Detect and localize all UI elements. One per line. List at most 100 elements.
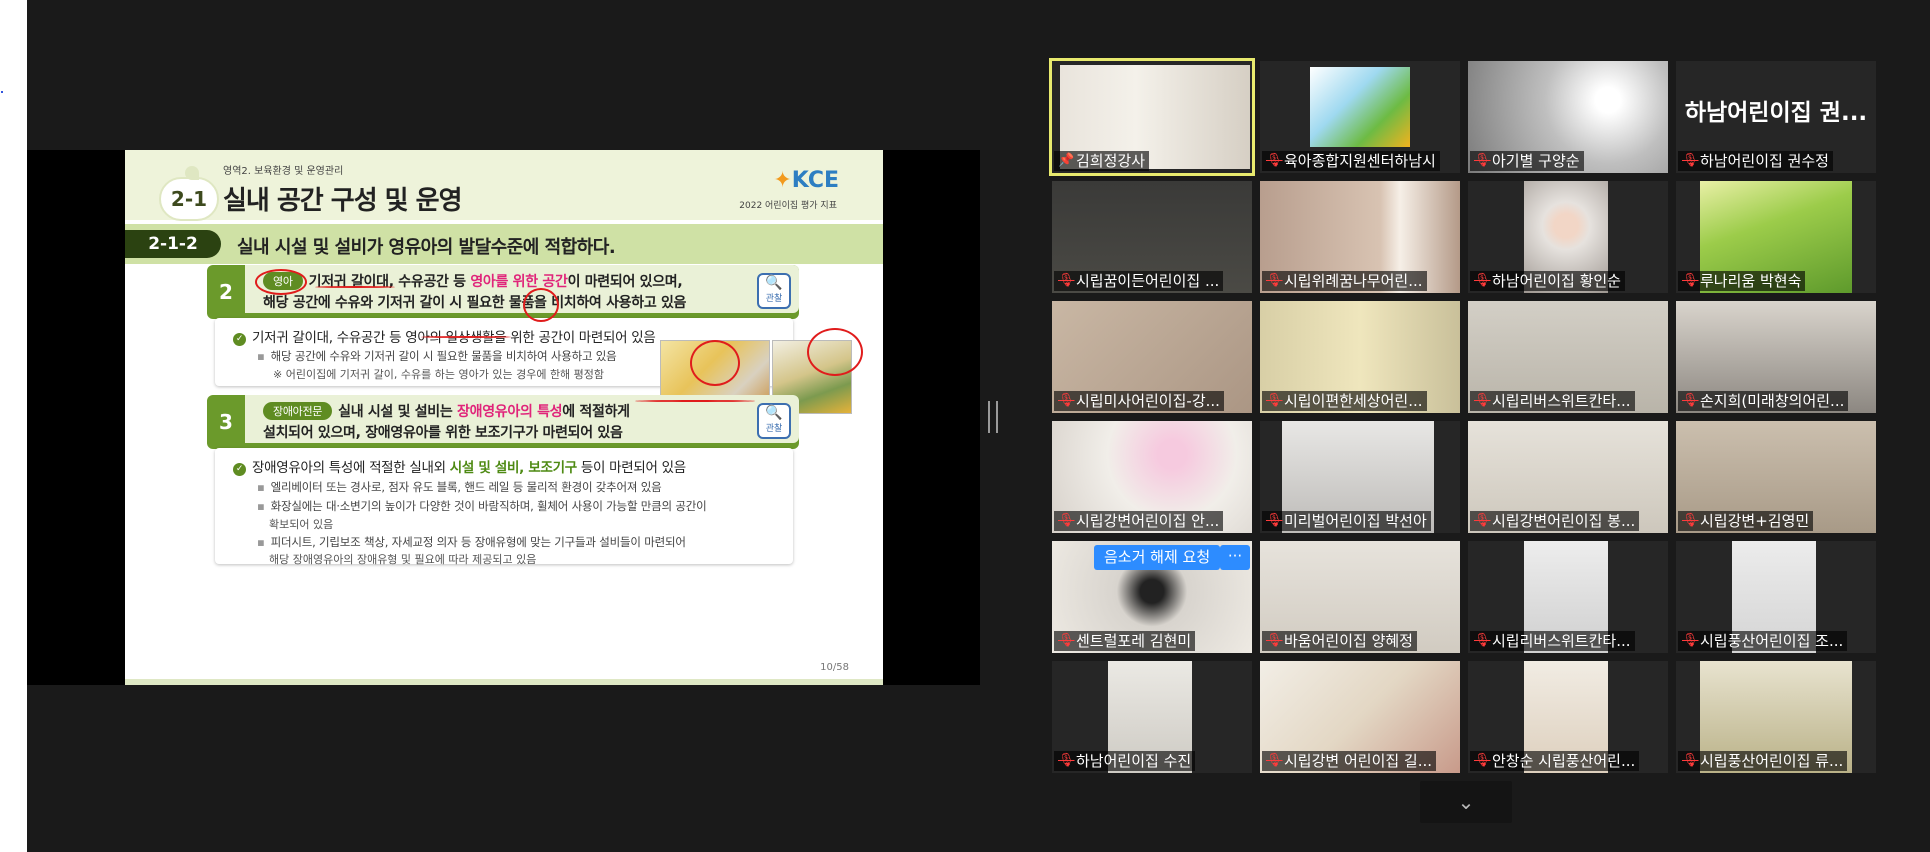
slide-title: 실내 공간 구성 및 운영: [223, 186, 462, 216]
annotation-circle: [690, 340, 740, 386]
mic-off-icon: 🎙: [1682, 153, 1699, 168]
participant-tile[interactable]: 🎙 시립강변 어린이집 길...: [1260, 661, 1460, 773]
participant-tile[interactable]: 🎙 시립리버스위트칸타...: [1468, 541, 1668, 653]
participant-tile[interactable]: 🎙 루나리움 박현숙: [1676, 181, 1876, 293]
indicator-code: 2-1-2: [125, 230, 221, 258]
annotation-underline: [315, 286, 395, 288]
participant-tile[interactable]: 🎙 시립풍산어린이집 류...: [1676, 661, 1876, 773]
participant-name: 시립풍산어린이집 조...: [1700, 632, 1844, 650]
observe-icon: 🔍 관찰: [757, 403, 791, 439]
participant-name: 시립강변어린이집 봉...: [1492, 512, 1636, 530]
participant-tile[interactable]: 🎙 시립강변+김영민: [1676, 421, 1876, 533]
participant-name-label: 🎙 시립위례꿈나무어린...: [1262, 271, 1427, 291]
mic-off-icon: 🎙: [1058, 753, 1075, 768]
presentation-slide: 2-1 영역2. 보육환경 및 운영관리 실내 공간 구성 및 운영 ✦KCE …: [125, 150, 883, 685]
criterion-3: 3 장애아전문 실내 시설 및 설비는 장애영유아의 특성에 적절하게 설치되어 …: [207, 395, 799, 449]
participant-tile[interactable]: 🎙 바움어린이집 양혜정: [1260, 541, 1460, 653]
participant-name: 김희정강사: [1076, 152, 1146, 170]
mic-off-icon: 🎙: [1474, 753, 1491, 768]
check-icon: ✓: [233, 333, 246, 346]
participant-name-label: 🎙 하남어린이집 수진: [1054, 751, 1196, 771]
indicator-band: 2-1-2 실내 시설 및 설비가 영유아의 발달수준에 적합하다.: [125, 224, 883, 264]
participant-name-label: 🎙 바움어린이집 양혜정: [1262, 631, 1417, 651]
participant-tile[interactable]: 🎙 시립강변어린이집 안...: [1052, 421, 1252, 533]
participant-tile[interactable]: 🎙 육아종합지원센터하남시: [1260, 61, 1460, 173]
participant-name-label: 🎙 센트럴포레 김현미: [1054, 631, 1196, 651]
kce-logo: ✦KCE: [773, 168, 839, 193]
mic-off-icon: 🎙: [1682, 753, 1699, 768]
participant-name: 시립강변어린이집 안...: [1076, 512, 1220, 530]
participant-tile[interactable]: 하남어린이집 권... 🎙 하남어린이집 권수정: [1676, 61, 1876, 173]
participant-name: 아기별 구양순: [1492, 152, 1580, 170]
participant-name-label: 🎙 아기별 구양순: [1470, 151, 1584, 171]
participant-name: 센트럴포레 김현미: [1076, 632, 1192, 650]
participant-tile[interactable]: 📌 김희정강사: [1049, 58, 1255, 176]
participant-name: 안창순 시립풍산어린...: [1492, 752, 1636, 770]
participant-name-label: 🎙 시립강변어린이집 안...: [1054, 511, 1224, 531]
participant-name: 시립리버스위트칸타...: [1492, 392, 1631, 410]
participant-tile[interactable]: 🎙 하남어린이집 황인순: [1468, 181, 1668, 293]
annotation-circle: [255, 269, 307, 295]
bullet-item: 해당 공간에 수유와 기저귀 갈이 시 필요한 물품을 비치하여 사용하고 있음: [257, 348, 617, 364]
criterion-3-detail: ✓ 장애영유아의 특성에 적절한 실내외 시설 및 설비, 보조기구 등이 마련되…: [215, 448, 793, 566]
participant-tile[interactable]: 🎙 미리벌어린이집 박선아: [1260, 421, 1460, 533]
more-options-button[interactable]: ···: [1220, 545, 1250, 570]
participant-name-label: 🎙 시립리버스위트칸타...: [1470, 391, 1635, 411]
mic-off-icon: 🎙: [1682, 513, 1699, 528]
bullet-item: 화장실에는 대·소변기의 높이가 다양한 것이 바람직하며, 휠체어 사용이 가…: [257, 498, 707, 514]
mic-off-icon: 🎙: [1474, 153, 1491, 168]
participant-name: 루나리움 박현숙: [1700, 272, 1802, 290]
participant-name: 시립강변 어린이집 길...: [1284, 752, 1433, 770]
participant-name-label: 🎙 루나리움 박현숙: [1678, 271, 1806, 291]
request-unmute-button[interactable]: 음소거 해제 요청: [1094, 545, 1221, 570]
bullet-item: 피더시트, 기립보조 책상, 자세교정 의자 등 장애유형에 맞는 기구들과 설…: [257, 534, 686, 550]
participant-tile[interactable]: 🎙 안창순 시립풍산어린...: [1468, 661, 1668, 773]
participant-tile[interactable]: 🎙 하남어린이집 수진: [1052, 661, 1252, 773]
participant-tile[interactable]: 🎙 아기별 구양순: [1468, 61, 1668, 173]
annotation-underline: [421, 336, 511, 338]
participant-tile[interactable]: 🎙 시립미사어린이집-강...: [1052, 301, 1252, 413]
mic-off-icon: 🎙: [1266, 513, 1283, 528]
participant-tile[interactable]: 🎙 시립위례꿈나무어린...: [1260, 181, 1460, 293]
participant-tile[interactable]: 🎙 시립꿈이든어린이집 ...: [1052, 181, 1252, 293]
annotation-circle: [523, 288, 559, 322]
mic-off-icon: 🎙: [1474, 393, 1491, 408]
mic-off-icon: 🎙: [1058, 513, 1075, 528]
participant-tile[interactable]: 🎙 시립이편한세상어린...: [1260, 301, 1460, 413]
participant-name-label: 🎙 미리벌어린이집 박선아: [1262, 511, 1431, 531]
participant-name: 하남어린이집 권수정: [1700, 152, 1829, 170]
mic-off-icon: 🎙: [1058, 393, 1075, 408]
participant-name: 하남어린이집 황인순: [1492, 272, 1621, 290]
participant-tile[interactable]: 🎙 시립리버스위트칸타...: [1468, 301, 1668, 413]
participant-name-label: 🎙 시립강변 어린이집 길...: [1262, 751, 1437, 771]
participant-name-label: 📌 김희정강사: [1054, 151, 1150, 171]
mic-off-icon: 🎙: [1682, 273, 1699, 288]
annotation-underline: [635, 400, 755, 402]
left-window-edge: [0, 0, 27, 852]
participant-tile[interactable]: 🎙 시립강변어린이집 봉...: [1468, 421, 1668, 533]
participant-name-label: 🎙 시립이편한세상어린...: [1262, 391, 1427, 411]
criterion-2-line2: 해당 공간에 수유와 기저귀 갈이 시 필요한 물품을 비치하여 사용하고 있음: [263, 295, 687, 311]
participant-tile[interactable]: 🎙 손지희(미래창의어린...: [1676, 301, 1876, 413]
mic-off-icon: 🎙: [1058, 273, 1075, 288]
participant-name-label: 🎙 안창순 시립풍산어린...: [1470, 751, 1640, 771]
bullet-item: 엘리베이터 또는 경사로, 점자 유도 블록, 핸드 레일 등 물리적 환경이 …: [257, 479, 662, 495]
indicator-title: 실내 시설 및 설비가 영유아의 발달수준에 적합하다.: [237, 237, 616, 258]
participant-name-label: 🎙 시립강변어린이집 봉...: [1470, 511, 1640, 531]
participant-name: 시립풍산어린이집 류...: [1700, 752, 1844, 770]
participant-tile[interactable]: 🎙 시립풍산어린이집 조...: [1676, 541, 1876, 653]
participant-name-label: 🎙 시립미사어린이집-강...: [1054, 391, 1224, 411]
participant-name: 시립이편한세상어린...: [1284, 392, 1423, 410]
gallery-next-page-button[interactable]: ⌄: [1420, 781, 1512, 823]
participant-name-label: 🎙 시립꿈이든어린이집 ...: [1054, 271, 1224, 291]
view-resize-handle[interactable]: [988, 401, 998, 433]
participant-name: 시립리버스위트칸타...: [1492, 632, 1631, 650]
bullet-continuation: 해당 장애영유아의 장애유형 및 필요에 따라 제공되고 있음: [269, 553, 537, 566]
mic-off-icon: 🎙: [1266, 753, 1283, 768]
participant-name-label: 🎙 손지희(미래창의어린...: [1678, 391, 1849, 411]
slide-footer-line: [125, 679, 883, 685]
criterion-3-line2: 설치되어 있으며, 장애영유아를 위한 보조기구가 마련되어 있음: [263, 425, 623, 441]
disability-pill: 장애아전문: [263, 402, 333, 420]
participant-name: 하남어린이집 수진: [1076, 752, 1192, 770]
participant-display-name: 하남어린이집 권...: [1684, 100, 1868, 126]
